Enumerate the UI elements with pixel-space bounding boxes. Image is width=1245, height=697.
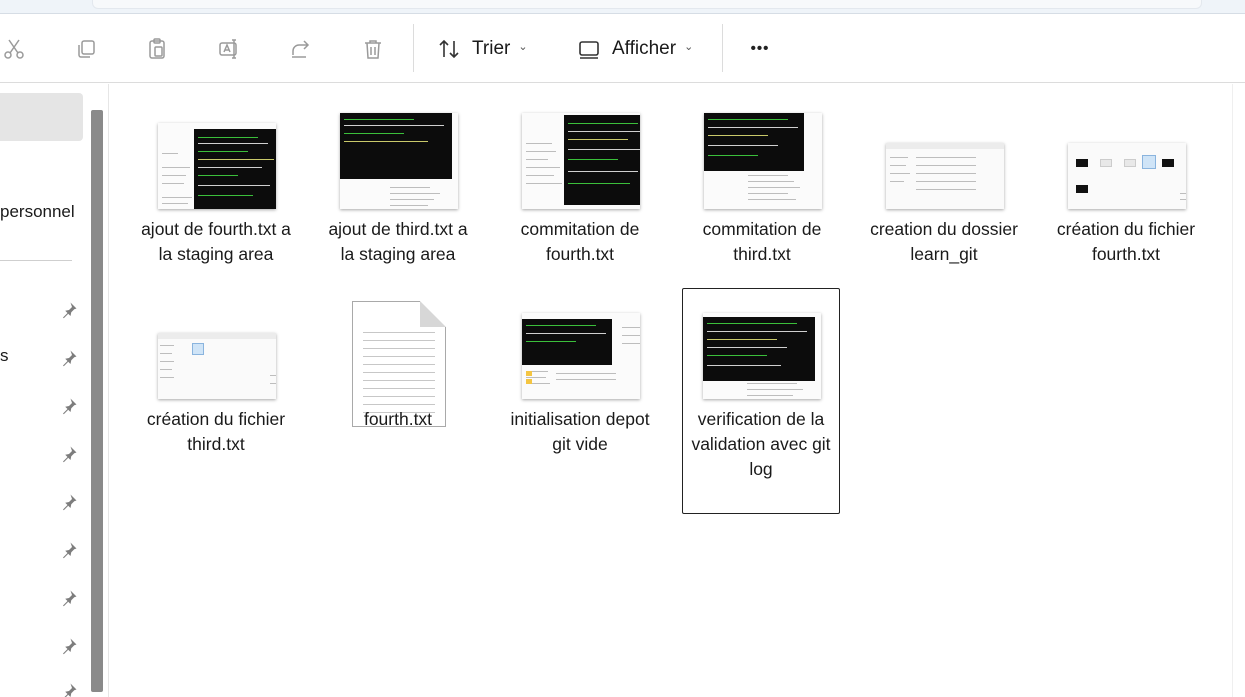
navigation-pane: personnel s bbox=[0, 84, 108, 697]
clipboard-icon bbox=[144, 36, 170, 62]
delete-button[interactable] bbox=[359, 14, 387, 83]
chevron-down-icon: ⌄ bbox=[684, 41, 694, 53]
view-label: Afficher bbox=[612, 37, 677, 59]
toolbar-separator bbox=[722, 24, 723, 72]
image-thumbnail bbox=[703, 299, 821, 399]
pin-icon[interactable] bbox=[60, 301, 78, 319]
cut-button[interactable] bbox=[0, 14, 28, 83]
image-thumbnail bbox=[522, 299, 640, 399]
address-bar-strip bbox=[0, 0, 1245, 14]
pin-icon[interactable] bbox=[60, 637, 78, 655]
scissors-icon bbox=[1, 36, 27, 62]
more-options-button[interactable]: ••• bbox=[742, 14, 778, 83]
rename-icon bbox=[216, 36, 242, 62]
file-name: fourth.txt bbox=[363, 409, 433, 429]
file-name: création du fichier fourth.txt bbox=[1056, 219, 1196, 264]
copy-button[interactable] bbox=[72, 14, 100, 83]
share-button[interactable] bbox=[287, 14, 315, 83]
file-item[interactable]: fourth.txt bbox=[319, 288, 477, 514]
pin-icon[interactable] bbox=[60, 541, 78, 559]
trash-icon bbox=[360, 36, 386, 62]
sort-button[interactable]: Trier ⌄ bbox=[436, 14, 536, 83]
chevron-down-icon: ⌄ bbox=[518, 41, 528, 53]
pin-icon[interactable] bbox=[60, 397, 78, 415]
file-item-selected[interactable]: verification de la validation avec git l… bbox=[682, 288, 840, 514]
pin-icon[interactable] bbox=[60, 349, 78, 367]
share-icon bbox=[288, 36, 314, 62]
nav-item-pinned[interactable]: s bbox=[0, 346, 9, 366]
view-button[interactable]: Afficher ⌄ bbox=[576, 14, 706, 83]
file-name: initialisation depot git vide bbox=[510, 409, 650, 454]
view-icon bbox=[576, 36, 602, 62]
file-name: ajout de third.txt a la staging area bbox=[328, 219, 468, 264]
pin-icon[interactable] bbox=[60, 493, 78, 511]
file-name: creation du dossier learn_git bbox=[870, 219, 1018, 264]
nav-item-personal[interactable]: personnel bbox=[0, 202, 75, 222]
file-item[interactable]: creation du dossier learn_git bbox=[865, 98, 1023, 324]
copy-icon bbox=[73, 36, 99, 62]
image-thumbnail bbox=[704, 109, 822, 209]
nav-divider bbox=[0, 260, 72, 261]
image-thumbnail bbox=[886, 109, 1004, 209]
file-item[interactable]: initialisation depot git vide bbox=[501, 288, 659, 514]
address-bar[interactable] bbox=[92, 0, 1202, 9]
paste-button[interactable] bbox=[143, 14, 171, 83]
image-thumbnail bbox=[340, 109, 458, 209]
toolbar-separator bbox=[413, 24, 414, 72]
sort-label: Trier bbox=[472, 37, 511, 59]
file-name: commitation de third.txt bbox=[702, 219, 822, 264]
sort-arrows-icon bbox=[436, 36, 462, 62]
file-grid: ajout de fourth.txt a la staging area aj… bbox=[125, 90, 1230, 690]
pin-icon[interactable] bbox=[60, 445, 78, 463]
pin-icon[interactable] bbox=[60, 682, 78, 697]
file-name: verification de la validation avec git l… bbox=[691, 409, 831, 479]
image-thumbnail bbox=[522, 109, 640, 209]
more-icon: ••• bbox=[750, 40, 770, 57]
file-name: ajout de fourth.txt a la staging area bbox=[141, 219, 291, 264]
nav-scrollbar[interactable] bbox=[91, 110, 103, 692]
pane-divider bbox=[108, 84, 109, 697]
file-name: commitation de fourth.txt bbox=[520, 219, 640, 264]
image-thumbnail bbox=[158, 109, 276, 209]
command-bar: Trier ⌄ Afficher ⌄ ••• bbox=[0, 14, 1245, 83]
content-scrollbar[interactable] bbox=[1232, 84, 1245, 697]
file-item[interactable]: création du fichier fourth.txt bbox=[1047, 98, 1205, 324]
file-item[interactable]: création du fichier third.txt bbox=[137, 288, 295, 514]
file-name: création du fichier third.txt bbox=[146, 409, 286, 454]
image-thumbnail bbox=[158, 299, 276, 399]
rename-button[interactable] bbox=[215, 14, 243, 83]
image-thumbnail bbox=[1068, 109, 1186, 209]
pin-icon[interactable] bbox=[60, 589, 78, 607]
nav-item-selected[interactable] bbox=[0, 93, 83, 141]
